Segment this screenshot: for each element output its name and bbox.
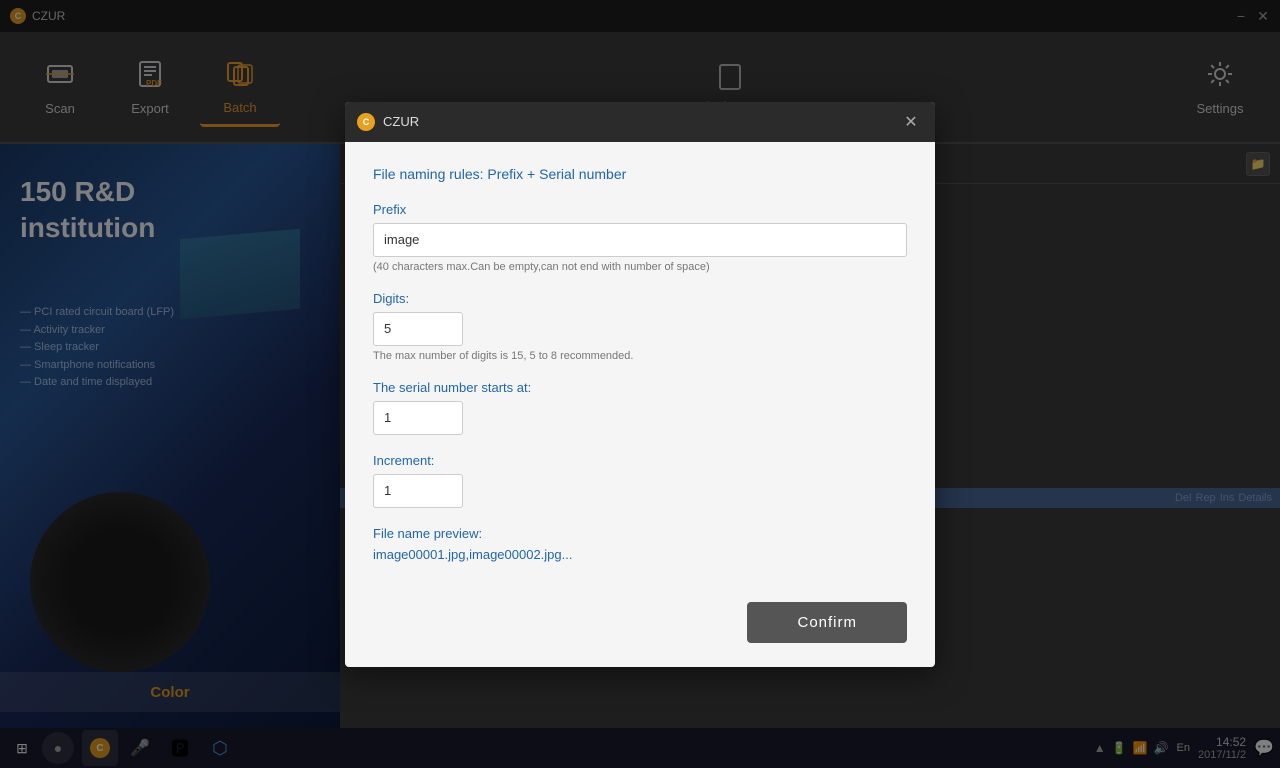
modal-title: CZUR [383,114,419,129]
file-preview-value: image00001.jpg,image00002.jpg... [373,547,907,562]
digits-label: Digits: [373,291,907,306]
preview-section: File name preview: image00001.jpg,image0… [373,526,907,562]
modal-footer: Confirm [345,586,935,667]
prefix-hint: (40 characters max.Can be empty,can not … [373,261,907,273]
rule-title: File naming rules: Prefix + Serial numbe… [373,166,907,182]
modal-close-button[interactable]: ✕ [899,110,923,134]
prefix-label: Prefix [373,202,907,217]
serial-input[interactable] [373,401,463,435]
digits-input[interactable] [373,312,463,346]
confirm-button[interactable]: Confirm [747,602,907,643]
modal-dialog: C CZUR ✕ File naming rules: Prefix + Ser… [345,102,935,667]
serial-label: The serial number starts at: [373,380,907,395]
file-preview-label: File name preview: [373,526,907,541]
modal-titlebar: C CZUR ✕ [345,102,935,142]
increment-group: Increment: [373,453,907,508]
modal-logo: C [357,113,375,131]
increment-label: Increment: [373,453,907,468]
modal-titlebar-left: C CZUR [357,113,419,131]
modal-overlay: C CZUR ✕ File naming rules: Prefix + Ser… [0,0,1280,768]
digits-group: Digits: The max number of digits is 15, … [373,291,907,362]
digits-hint: The max number of digits is 15, 5 to 8 r… [373,350,907,362]
modal-body: File naming rules: Prefix + Serial numbe… [345,142,935,586]
prefix-group: Prefix (40 characters max.Can be empty,c… [373,202,907,273]
serial-group: The serial number starts at: [373,380,907,435]
prefix-input[interactable] [373,223,907,257]
increment-input[interactable] [373,474,463,508]
